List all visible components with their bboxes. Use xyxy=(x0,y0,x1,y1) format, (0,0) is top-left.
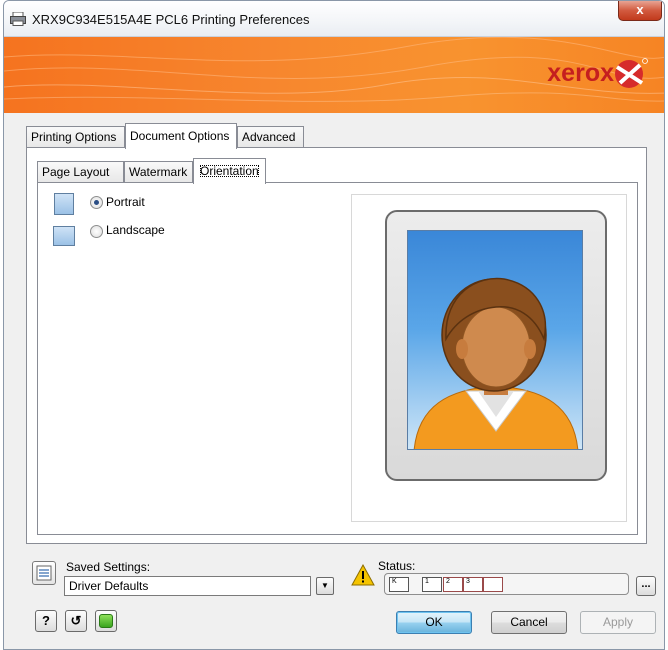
tab-page-layout[interactable]: Page Layout xyxy=(37,161,124,183)
preview-page xyxy=(385,210,607,481)
apply-button[interactable]: Apply xyxy=(580,611,656,634)
xerox-banner: xerox xyxy=(4,37,664,113)
tray-2-icon: 2 xyxy=(443,577,463,592)
tab-watermark[interactable]: Watermark xyxy=(124,161,193,183)
toner-black-icon: K xyxy=(389,577,409,592)
help-button[interactable]: ? xyxy=(35,610,57,632)
landscape-page-icon xyxy=(53,226,75,246)
status-label: Status: xyxy=(378,559,416,573)
title-bar: XRX9C934E515A4E PCL6 Printing Preference… xyxy=(4,1,664,37)
tab-printing-options[interactable]: Printing Options xyxy=(26,126,125,148)
saved-settings-label: Saved Settings: xyxy=(66,560,151,574)
saved-settings-combobox[interactable]: Driver Defaults xyxy=(64,576,311,596)
tab-advanced[interactable]: Advanced xyxy=(237,126,304,148)
close-button[interactable]: x xyxy=(618,1,662,21)
orientation-panel: Portrait Landscape xyxy=(37,182,638,535)
portrait-radio[interactable] xyxy=(90,196,103,209)
printer-status-bar[interactable]: K 1 2 3 xyxy=(384,573,629,595)
ok-button[interactable]: OK xyxy=(396,611,472,634)
xerox-logo-icon xyxy=(615,58,648,88)
tab-document-options[interactable]: Document Options xyxy=(125,123,237,149)
window-title: XRX9C934E515A4E PCL6 Printing Preference… xyxy=(32,12,310,27)
warning-icon xyxy=(351,564,375,586)
reset-button[interactable]: ↺ xyxy=(65,610,87,632)
xerox-logo-text: xerox xyxy=(547,59,614,87)
eco-mode-button[interactable] xyxy=(95,610,117,632)
cancel-button[interactable]: Cancel xyxy=(491,611,567,634)
tray-3-icon: 3 xyxy=(463,577,483,592)
tab-orientation[interactable]: Orientation xyxy=(193,158,266,184)
portrait-label[interactable]: Portrait xyxy=(106,195,145,209)
saved-settings-dropdown-button[interactable]: ▼ xyxy=(316,577,334,595)
saved-settings-icon[interactable] xyxy=(32,561,56,585)
document-options-panel: Page Layout Watermark Orientation Portra… xyxy=(26,147,647,544)
status-more-button[interactable]: ... xyxy=(636,576,656,596)
person-image-icon xyxy=(407,230,583,450)
landscape-label[interactable]: Landscape xyxy=(106,223,165,237)
tray-4-icon xyxy=(483,577,503,592)
tray-1-icon: 1 xyxy=(422,577,442,592)
orientation-preview xyxy=(351,194,627,522)
landscape-radio[interactable] xyxy=(90,225,103,238)
printing-preferences-window: XRX9C934E515A4E PCL6 Printing Preference… xyxy=(3,0,665,650)
portrait-page-icon xyxy=(54,193,74,215)
printer-icon xyxy=(10,12,26,26)
tab-orientation-label: Orientation xyxy=(199,164,259,178)
green-leaf-icon xyxy=(99,614,113,628)
